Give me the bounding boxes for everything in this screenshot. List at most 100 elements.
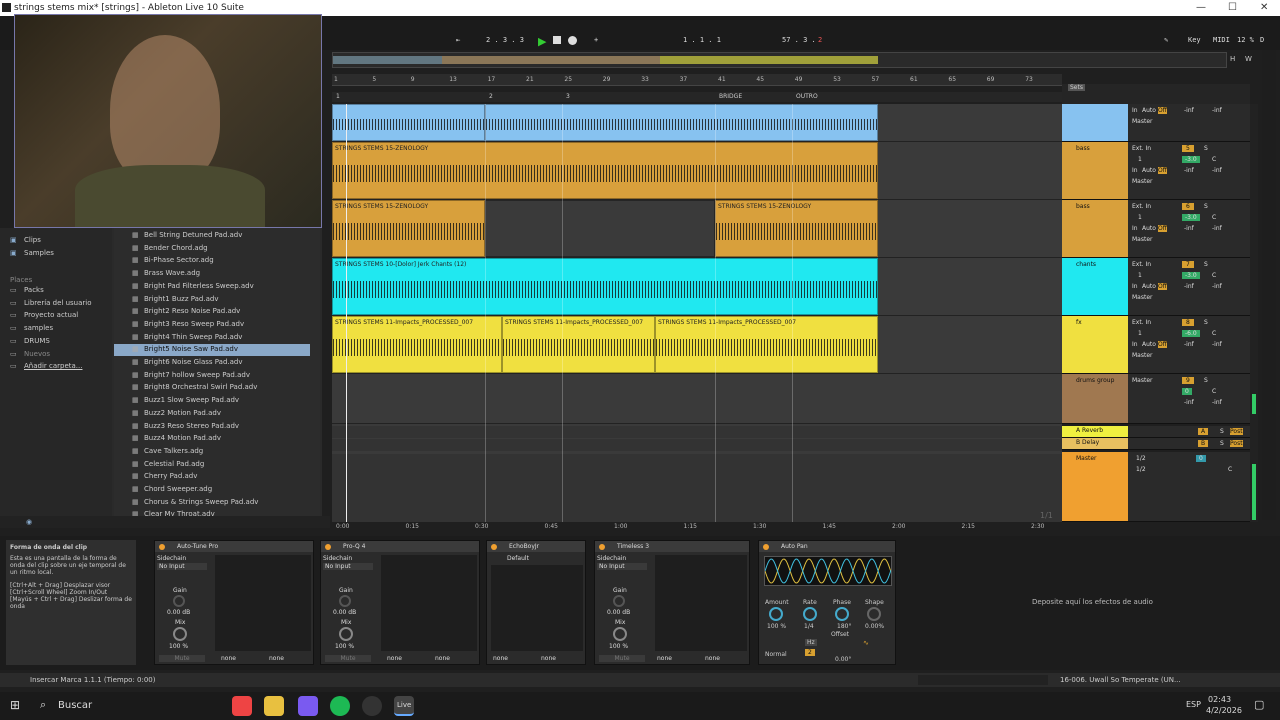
output-routing-select[interactable]: Master [1132, 294, 1153, 301]
input-channel-select[interactable]: 1 [1138, 214, 1142, 221]
chrome-icon[interactable] [232, 696, 252, 716]
browser-preview-icon[interactable]: ◉ [26, 518, 32, 526]
gain-knob[interactable] [613, 595, 625, 607]
maximize-button[interactable]: ☐ [1228, 2, 1237, 13]
stop-icon[interactable] [553, 36, 561, 44]
master-name[interactable]: Master [1062, 452, 1128, 521]
mix-knob[interactable] [613, 627, 627, 641]
audio-clip[interactable]: STRINGS STEMS 11-Impacts_PROCESSED_007 [332, 316, 502, 373]
mute-button[interactable]: Mute [599, 655, 645, 662]
track-name[interactable]: drums group [1062, 374, 1128, 423]
amount-knob[interactable] [769, 607, 783, 621]
monitor-in-button[interactable]: In [1132, 225, 1138, 232]
locator-marker[interactable]: OUTRO [796, 93, 818, 100]
monitor-auto-button[interactable]: Auto [1142, 341, 1156, 348]
cue-out-select[interactable]: 1/2 [1136, 455, 1146, 462]
monitor-off-button[interactable]: Off [1158, 225, 1167, 232]
hz-button[interactable]: Hz [805, 639, 817, 646]
pan-field[interactable]: C [1212, 388, 1216, 395]
audio-clip[interactable] [485, 104, 878, 141]
device-power-icon[interactable] [325, 544, 331, 550]
return-track-header[interactable]: B Delay B S Post [1062, 438, 1250, 450]
gain-knob[interactable] [339, 595, 351, 607]
mute-button[interactable]: Mute [325, 655, 371, 662]
track-name[interactable]: fx [1062, 316, 1128, 373]
solo-button[interactable]: S [1204, 261, 1208, 268]
volume-field[interactable]: 0 [1182, 388, 1192, 395]
audio-clip[interactable]: STRINGS STEMS 10-[Dolor] Jerk Chants (12… [332, 258, 878, 315]
track-activator[interactable]: 8 [1182, 319, 1194, 326]
volume-field[interactable]: -6.0 [1182, 330, 1200, 337]
monitor-auto-button[interactable]: Auto [1142, 167, 1156, 174]
volume-field[interactable]: -3.0 [1182, 214, 1200, 221]
tempo-nudge-display[interactable]: 2 . 3 . 3 [486, 36, 524, 44]
audio-clip[interactable]: STRINGS STEMS 15-ZENOLOGY [715, 200, 878, 257]
browser-file-row[interactable]: ▦ Buzz3 Reso Stereo Pad.adv [114, 421, 310, 433]
master-pan[interactable]: C [1228, 466, 1232, 473]
draw-mode-icon[interactable]: ✎ [1164, 36, 1168, 44]
browser-place[interactable]: Librería del usuario [24, 299, 92, 307]
track-header[interactable]: fx Ext. In 1 In Auto Off Master 8 S -6.0 C -inf -inf [1062, 316, 1250, 374]
monitor-off-button[interactable]: Off [1158, 283, 1167, 290]
mix-knob[interactable] [339, 627, 353, 641]
return-name[interactable]: A Reverb [1062, 426, 1128, 437]
param-select-1[interactable]: none [387, 655, 402, 662]
mix-knob[interactable] [173, 627, 187, 641]
track-name[interactable]: bass [1062, 200, 1128, 257]
track-name[interactable] [1062, 104, 1128, 141]
time-ruler[interactable]: 0:00 0:15 0:30 0:45 1:00 1:15 1:30 1:45 2:00 2:15… [332, 522, 1062, 532]
browser-place[interactable]: Añadir carpeta... [24, 362, 82, 370]
arrangement-track[interactable]: STRINGS STEMS 10-[Dolor] Jerk Chants (12… [332, 258, 1062, 316]
browser-file-row[interactable]: ▦ Cave Talkers.adg [114, 446, 310, 458]
sends-toggle[interactable]: Sets [1068, 84, 1085, 91]
browser-file-row[interactable]: ▦ Bell String Detuned Pad.adv [114, 230, 310, 242]
position-display[interactable]: 1 . 1 . 1 [683, 36, 721, 44]
browser-file-row[interactable]: ▦ Buzz1 Slow Sweep Pad.adv [114, 395, 310, 407]
browser-file-row[interactable]: ▦ Chorus & Strings Sweep Pad.adv [114, 497, 310, 509]
browser-file-row[interactable]: ▦ Chord Sweeper.adg [114, 484, 310, 496]
overview-w-button[interactable]: W [1245, 55, 1252, 63]
track-header[interactable]: drums group Master 9 S 0 C -inf -inf [1062, 374, 1250, 424]
volume-field[interactable]: -3.0 [1182, 156, 1200, 163]
pan-field[interactable]: C [1212, 272, 1216, 279]
browser-file-row[interactable]: ▦ Bright7 hollow Sweep Pad.adv [114, 370, 310, 382]
volume-field[interactable]: -3.0 [1182, 272, 1200, 279]
return-solo[interactable]: S [1220, 428, 1224, 435]
browser-place[interactable]: samples [24, 324, 53, 332]
midi-map-button[interactable]: MIDI [1213, 36, 1230, 44]
browser-file-row[interactable]: ▦ Bright4 Thin Sweep Pad.adv [114, 332, 310, 344]
track-name[interactable]: chants [1062, 258, 1128, 315]
return-track-header[interactable]: A Reverb A S Post [1062, 426, 1250, 438]
track-activator[interactable]: 6 [1182, 203, 1194, 210]
close-button[interactable]: ✕ [1260, 2, 1268, 13]
return-activator[interactable]: B [1198, 440, 1209, 447]
browser-file-row[interactable]: ▦ Cherry Pad.adv [114, 471, 310, 483]
arrangement-track[interactable]: STRINGS STEMS 15-ZENOLOGY STRINGS STEMS 1… [332, 200, 1062, 258]
monitor-auto-button[interactable]: Auto [1142, 107, 1156, 114]
mute-button[interactable]: Mute [159, 655, 205, 662]
minimize-button[interactable]: — [1196, 2, 1206, 13]
windows-start-icon[interactable]: ⊞ [10, 698, 20, 712]
param-select-2[interactable]: none [435, 655, 450, 662]
monitor-in-button[interactable]: In [1132, 107, 1138, 114]
arrangement-view[interactable]: STRINGS STEMS 15-ZENOLOGY STRINGS STEMS 1… [332, 104, 1062, 522]
browser-place[interactable]: Packs [24, 286, 44, 294]
browser-category[interactable]: Samples [24, 249, 54, 257]
locator-marker[interactable]: 2 [489, 93, 493, 100]
record-icon[interactable] [568, 36, 577, 45]
browser-file-row[interactable]: ▦ Buzz2 Motion Pad.adv [114, 408, 310, 420]
audio-clip[interactable] [332, 104, 485, 141]
track-name[interactable]: bass [1062, 142, 1128, 199]
plugin-device[interactable]: Pro-Q 4 Sidechain No Input Gain 0.00 dB Mix 10… [320, 540, 480, 665]
taskbar-search[interactable]: Buscar [58, 700, 92, 711]
audio-clip[interactable]: STRINGS STEMS 15-ZENOLOGY [332, 142, 878, 199]
plugin-device[interactable]: EchoBoyJr Default none none [486, 540, 586, 665]
monitor-auto-button[interactable]: Auto [1142, 225, 1156, 232]
autopan-lfo-display[interactable] [764, 556, 892, 586]
param-select-2[interactable]: none [269, 655, 284, 662]
pan-field[interactable]: C [1212, 156, 1216, 163]
monitor-off-button[interactable]: Off [1158, 341, 1167, 348]
track-header[interactable]: chants Ext. In 1 In Auto Off Master 7 S -3.0 C -inf… [1062, 258, 1250, 316]
return-activator[interactable]: A [1198, 428, 1209, 435]
notifications-icon[interactable]: ▢ [1254, 698, 1264, 711]
